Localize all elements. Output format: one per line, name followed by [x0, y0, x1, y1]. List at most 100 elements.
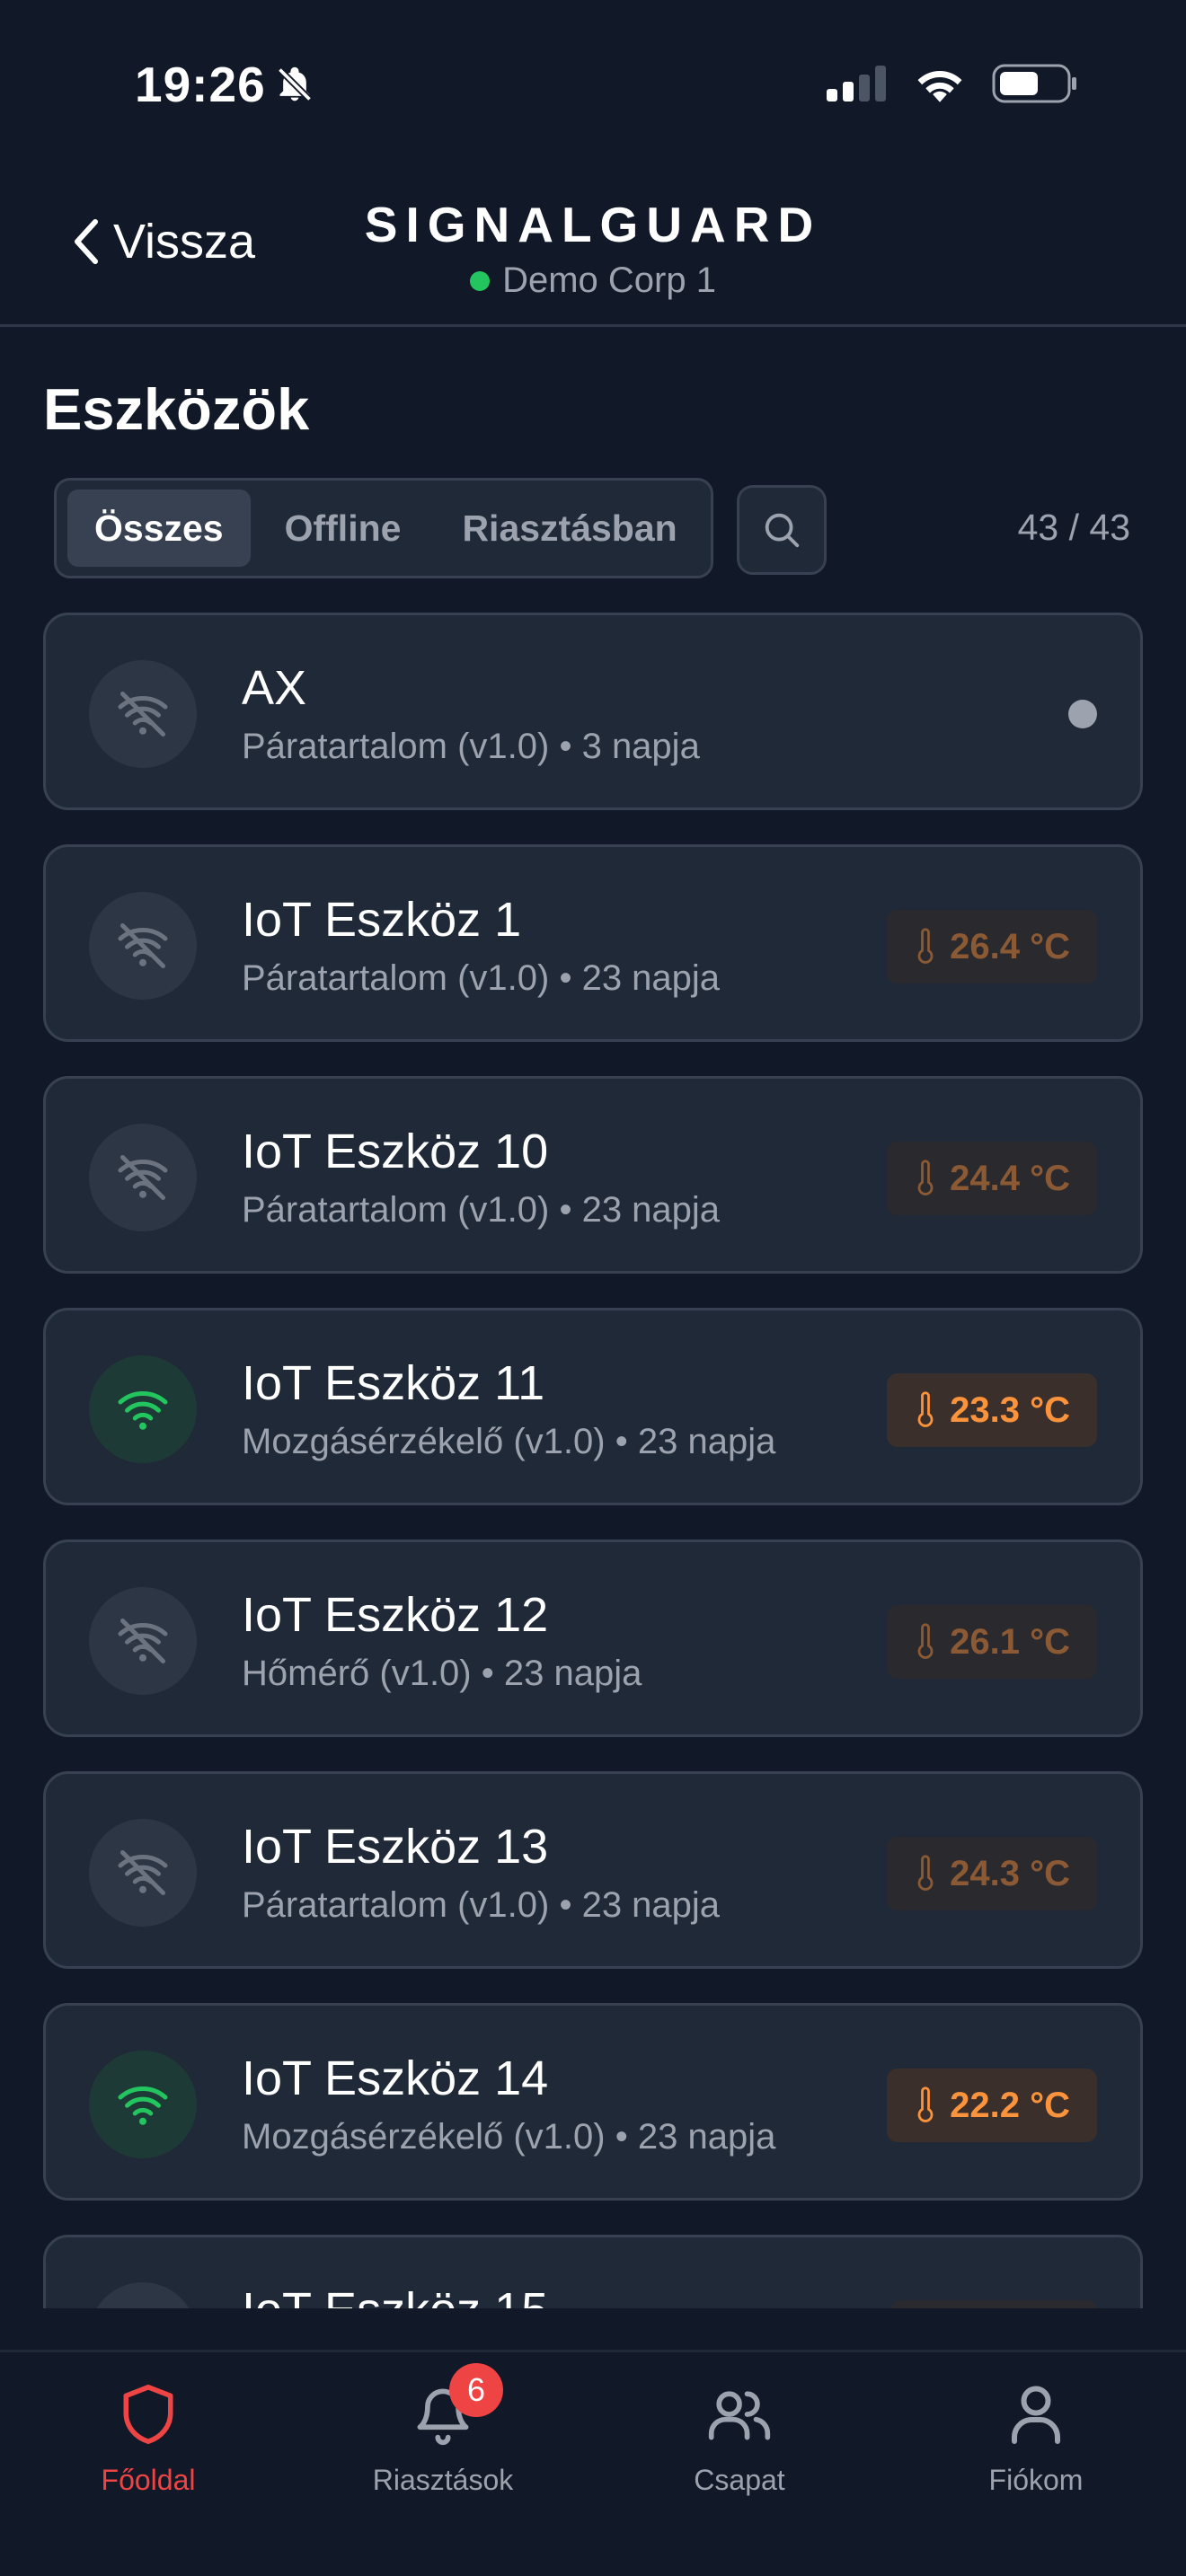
temperature-value: 22.2 °C	[950, 2085, 1070, 2125]
filter-segmented-control: Összes Offline Riasztásban	[54, 478, 713, 578]
wifi-off-icon	[118, 1619, 168, 1663]
nav-team[interactable]: Csapat	[623, 2374, 856, 2497]
nav-home[interactable]: Főoldal	[31, 2374, 265, 2497]
device-list: AX Páratartalom (v1.0) • 3 napja IoT Esz…	[0, 613, 1186, 2308]
org-status-dot	[470, 270, 491, 291]
device-meta: Páratartalom (v1.0) • 3 napja	[242, 727, 700, 766]
thermometer-icon	[917, 1623, 934, 1659]
org-indicator: Demo Corp 1	[0, 260, 1186, 301]
thermometer-icon	[917, 1855, 934, 1891]
temperature-value: 23.3 °C	[950, 1389, 1070, 1430]
device-meta: Páratartalom (v1.0) • 23 napja	[242, 958, 721, 998]
search-button[interactable]	[737, 485, 827, 575]
status-indicators	[825, 63, 1078, 104]
device-card[interactable]: IoT Eszköz 1 Páratartalom (v1.0) • 23 na…	[43, 844, 1143, 1042]
device-age: 23 napja	[581, 1190, 721, 1230]
device-card[interactable]: AX Páratartalom (v1.0) • 3 napja	[43, 613, 1143, 810]
filter-tab-all[interactable]: Összes	[67, 490, 251, 567]
nav-alerts-icon-wrap: 6	[403, 2363, 503, 2455]
thermometer-icon	[917, 1391, 934, 1427]
thermometer-icon	[917, 1160, 934, 1195]
device-status-circle	[89, 660, 197, 768]
device-meta: Mozgásérzékelő (v1.0) • 23 napja	[242, 1422, 776, 1461]
status-bar: 19:26	[0, 0, 1186, 153]
device-name: IoT Eszköz 11	[242, 1356, 545, 1410]
app-brand-title: SIGNALGUARD	[364, 197, 822, 252]
nav-alerts-label: Riasztások	[372, 2464, 514, 2496]
device-age: 23 napja	[637, 1422, 776, 1461]
temperature-badge: 24.4 °C	[887, 1142, 1097, 1215]
temperature-value: 26.1 °C	[950, 1621, 1070, 1662]
device-card[interactable]: IoT Eszköz 12 Hőmérő (v1.0) • 23 napja 2…	[43, 1539, 1143, 1737]
device-meta: Hőmérő (v1.0) • 23 napja	[242, 1654, 642, 1693]
wifi-off-icon	[118, 1850, 168, 1895]
device-card[interactable]: IoT Eszköz 11 Mozgásérzékelő (v1.0) • 23…	[43, 1308, 1143, 1505]
device-type: Mozgásérzékelő (v1.0)	[242, 2117, 606, 2157]
device-name: IoT Eszköz 10	[242, 1125, 549, 1178]
device-card[interactable]: IoT Eszköz 10 Páratartalom (v1.0) • 23 n…	[43, 1076, 1143, 1274]
nav-home-label: Főoldal	[101, 2464, 196, 2496]
temperature-badge: 26.4 °C	[887, 910, 1097, 984]
device-name: AX	[242, 661, 307, 715]
users-icon	[708, 2391, 771, 2440]
temperature-badge: 24.3 °C	[887, 1837, 1097, 1910]
nav-account-icon-wrap	[996, 2374, 1076, 2455]
filter-tab-alarm[interactable]: Riasztásban	[435, 490, 704, 567]
device-name: IoT Eszköz 14	[242, 2051, 549, 2105]
shield-icon	[123, 2385, 173, 2444]
device-status-circle	[89, 2051, 197, 2158]
wifi-icon	[917, 71, 962, 102]
org-name: Demo Corp 1	[502, 260, 716, 300]
wifi-icon	[118, 2086, 168, 2125]
device-age: 23 napja	[581, 958, 721, 998]
device-card[interactable]: IoT Eszköz 14 Mozgásérzékelő (v1.0) • 23…	[43, 2003, 1143, 2201]
filter-tab-offline[interactable]: Offline	[258, 490, 429, 567]
device-name: IoT Eszköz 12	[242, 1588, 549, 1642]
bell-muted-icon	[277, 66, 312, 102]
wifi-icon	[118, 1391, 168, 1430]
temperature-value: 24.3 °C	[950, 1853, 1070, 1893]
user-icon	[1012, 2386, 1060, 2444]
device-card[interactable]: IoT Eszköz 13 Páratartalom (v1.0) • 23 n…	[43, 1771, 1143, 1969]
device-name: IoT Eszköz 15	[242, 2282, 548, 2308]
device-status-circle	[89, 1355, 197, 1463]
device-type: Hőmérő (v1.0)	[242, 1654, 472, 1693]
device-age: 23 napja	[503, 1654, 642, 1693]
device-name: IoT Eszköz 13	[242, 1820, 549, 1874]
device-meta: Páratartalom (v1.0) • 23 napja	[242, 1885, 721, 1925]
status-time-group: 19:26	[135, 56, 314, 113]
temperature-badge: 23.3 °C	[887, 1373, 1097, 1447]
device-age: 3 napja	[581, 727, 700, 766]
device-name: IoT Eszköz 1	[242, 893, 522, 947]
thermometer-icon	[917, 928, 934, 964]
nav-account-label: Fiókom	[988, 2464, 1084, 2496]
alerts-badge: 6	[449, 2363, 503, 2417]
device-type: Páratartalom (v1.0)	[242, 727, 550, 766]
temperature-badge	[890, 2300, 1097, 2308]
nav-account[interactable]: Fiókom	[919, 2374, 1153, 2497]
device-card[interactable]: IoT Eszköz 15	[43, 2235, 1143, 2308]
page-title: Eszközök	[43, 376, 310, 442]
device-status-circle	[89, 1587, 197, 1695]
temperature-badge: 26.1 °C	[887, 1605, 1097, 1679]
device-type: Mozgásérzékelő (v1.0)	[242, 1422, 606, 1461]
nav-alerts[interactable]: 6 Riasztások	[326, 2363, 560, 2497]
wifi-off-icon	[118, 1155, 168, 1200]
device-age: 23 napja	[581, 1885, 721, 1925]
battery-icon	[992, 64, 1076, 103]
device-age: 23 napja	[637, 2117, 776, 2157]
device-type: Páratartalom (v1.0)	[242, 1885, 550, 1925]
device-status-circle	[89, 1124, 197, 1231]
temperature-badge: 22.2 °C	[887, 2069, 1097, 2142]
app-header: Vissza SIGNALGUARD Demo Corp 1	[0, 153, 1186, 327]
device-status-circle	[89, 2282, 197, 2308]
device-type: Páratartalom (v1.0)	[242, 958, 550, 998]
status-time: 19:26	[135, 57, 266, 112]
temperature-value: 26.4 °C	[950, 926, 1070, 966]
temperature-value: 24.4 °C	[950, 1158, 1070, 1198]
nav-home-icon-wrap	[108, 2374, 189, 2455]
search-icon	[765, 513, 800, 548]
device-meta: Mozgásérzékelő (v1.0) • 23 napja	[242, 2117, 776, 2157]
wifi-off-icon	[118, 923, 168, 968]
device-meta: Páratartalom (v1.0) • 23 napja	[242, 1190, 721, 1230]
